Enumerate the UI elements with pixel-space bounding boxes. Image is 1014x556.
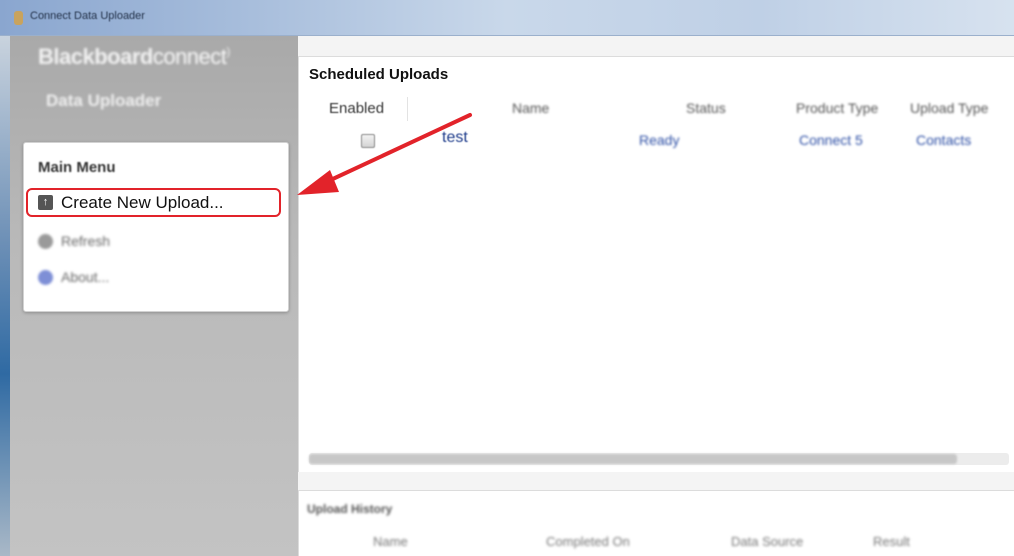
horizontal-scrollbar[interactable]: [309, 453, 1009, 465]
app-icon: [14, 11, 23, 25]
history-column-name[interactable]: Name: [373, 534, 408, 549]
column-header-upload-type[interactable]: Upload Type: [910, 100, 988, 116]
main-menu-title: Main Menu: [38, 159, 116, 176]
column-header-name[interactable]: Name: [512, 100, 549, 116]
history-column-completed-on[interactable]: Completed On: [546, 534, 630, 549]
row-upload-type[interactable]: Contacts: [916, 132, 971, 148]
main-menu-card: Main Menu ↑ Create New Upload... Refresh…: [23, 142, 289, 312]
refresh-label: Refresh: [61, 233, 111, 249]
create-new-upload-button[interactable]: ↑ Create New Upload...: [26, 188, 281, 217]
row-status[interactable]: Ready: [639, 132, 679, 148]
window-title-bar: Connect Data Uploader: [0, 0, 1014, 36]
upload-history-title: Upload History: [307, 502, 393, 516]
history-column-result[interactable]: Result: [873, 534, 910, 549]
brand-product: connect: [152, 44, 227, 69]
scheduled-uploads-panel: Scheduled Uploads Enabled Name Status Pr…: [298, 56, 1014, 472]
history-column-data-source[interactable]: Data Source: [731, 534, 803, 549]
column-header-status[interactable]: Status: [686, 100, 726, 116]
brand-name: Blackboard: [38, 44, 153, 69]
scheduled-uploads-title: Scheduled Uploads: [309, 66, 449, 83]
about-label: About...: [61, 269, 110, 285]
row-name[interactable]: test: [442, 129, 468, 147]
brand-subtitle: Data Uploader: [46, 91, 162, 110]
row-product-type[interactable]: Connect 5: [799, 132, 863, 148]
upload-icon: ↑: [38, 195, 53, 210]
info-icon: [38, 269, 53, 285]
column-header-product-type[interactable]: Product Type: [796, 100, 878, 116]
create-new-upload-label: Create New Upload...: [61, 192, 224, 212]
column-header-enabled[interactable]: Enabled: [329, 100, 384, 117]
column-divider: [407, 97, 408, 121]
scrollbar-thumb[interactable]: [309, 454, 957, 464]
refresh-icon: [38, 233, 53, 249]
window-title: Connect Data Uploader: [30, 10, 145, 22]
upload-history-panel: Upload History Name Completed On Data So…: [298, 490, 1014, 556]
enabled-checkbox[interactable]: [361, 134, 375, 148]
desktop-edge: [0, 36, 10, 556]
brand-logo: Blackboardconnect): [38, 44, 298, 70]
refresh-button[interactable]: Refresh: [38, 229, 110, 253]
about-button[interactable]: About...: [38, 265, 109, 289]
brand-mark: ): [226, 44, 230, 59]
